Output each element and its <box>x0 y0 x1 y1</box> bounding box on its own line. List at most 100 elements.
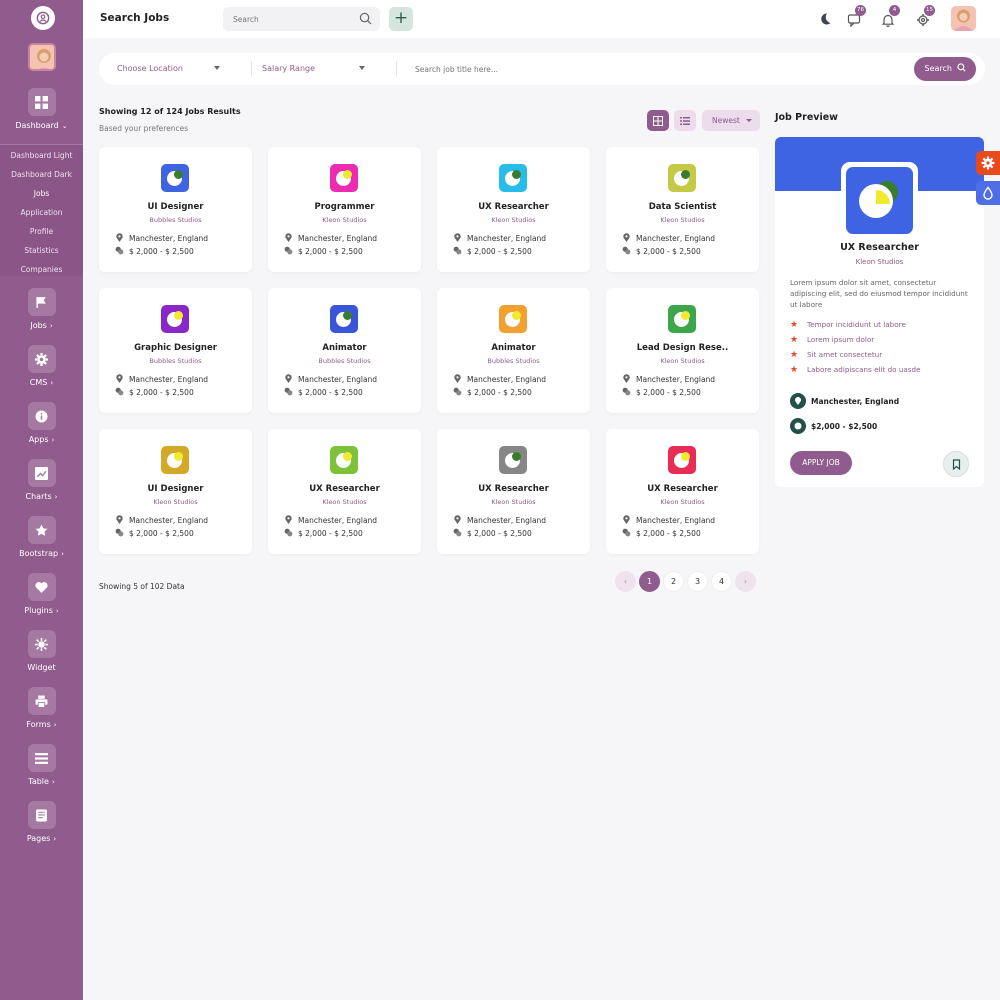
sidebar-item-forms[interactable]: Forms › <box>0 687 83 729</box>
location-pin-icon <box>115 374 129 384</box>
company-logo <box>499 164 527 192</box>
company-name: Kleon Studios <box>491 216 536 224</box>
location-select[interactable]: Choose Location <box>117 53 232 85</box>
list-view-button[interactable] <box>674 110 696 131</box>
job-title: Animator <box>322 343 367 353</box>
droplet-icon <box>983 186 993 200</box>
submenu-item-dashboard-dark[interactable]: Dashboard Dark <box>0 167 83 186</box>
sidebar-item-cms[interactable]: CMS › <box>0 345 83 387</box>
sidebar-item-table[interactable]: Table › <box>0 744 83 786</box>
company-logo <box>330 305 358 333</box>
list-item: ★ Lorem ipsum dolor <box>790 335 921 350</box>
submenu-item-statistics[interactable]: Statistics <box>0 243 83 262</box>
job-card[interactable]: Animator Bubbles Studios Manchester, Engla… <box>268 288 421 413</box>
job-location-text: Manchester, England <box>467 375 547 384</box>
job-card[interactable]: UI Designer Bubbles Studios Manchester, En… <box>99 147 252 272</box>
job-salary: $ 2,000 - $ 2,500 <box>453 528 532 538</box>
chevron-right-icon: › <box>51 778 55 786</box>
sidebar-item-pages[interactable]: Pages › <box>0 801 83 843</box>
theme-panel-tab[interactable] <box>976 181 1000 205</box>
job-card[interactable]: UI Designer Kleon Studios Manchester, Engl… <box>99 429 252 554</box>
job-card[interactable]: Programmer Kleon Studios Manchester, Engla… <box>268 147 421 272</box>
search-icon <box>956 63 966 72</box>
search-icon[interactable] <box>359 12 372 25</box>
job-title: UX Researcher <box>478 484 549 494</box>
job-salary: $ 2,000 - $ 2,500 <box>115 528 194 538</box>
sidebar-item-label: Dashboard <box>15 121 59 130</box>
job-preview-card: UX Researcher Kleon Studios Lorem ipsum … <box>775 137 984 487</box>
job-location: Manchester, England <box>622 374 715 384</box>
search-button[interactable]: Search <box>914 57 976 81</box>
page-button-4[interactable]: 4 <box>711 571 732 592</box>
job-card[interactable]: Lead Design Rese.. Kleon Studios Mancheste… <box>606 288 759 413</box>
sidebar-item-plugins[interactable]: Plugins › <box>0 573 83 615</box>
messages-button[interactable]: 76 <box>847 5 866 28</box>
sidebar-item-charts[interactable]: Charts › <box>0 459 83 501</box>
job-card[interactable]: Animator Bubbles Studios Manchester, Engla… <box>437 288 590 413</box>
job-salary-text: $ 2,000 - $ 2,500 <box>298 247 363 256</box>
job-salary-text: $ 2,000 - $ 2,500 <box>636 529 701 538</box>
job-card[interactable]: Data Scientist Kleon Studios Manchester, E… <box>606 147 759 272</box>
job-salary: $ 2,000 - $ 2,500 <box>284 387 363 397</box>
settings-button[interactable]: 15 <box>916 5 935 26</box>
job-card[interactable]: UX Researcher Kleon Studios Manchester, En… <box>606 429 759 554</box>
job-card[interactable]: UX Researcher Kleon Studios Manchester, En… <box>437 147 590 272</box>
apply-job-button[interactable]: APPLY JOB <box>790 451 852 475</box>
job-card[interactable]: UX Researcher Kleon Studios Manchester, En… <box>268 429 421 554</box>
page-button-1[interactable]: 1 <box>639 571 660 592</box>
company-name: Kleon Studios <box>153 498 198 506</box>
page-button-2[interactable]: 2 <box>663 571 684 592</box>
job-salary: $ 2,000 - $ 2,500 <box>622 528 701 538</box>
salary-select[interactable]: Salary Range <box>262 53 377 85</box>
job-card[interactable]: Graphic Designer Bubbles Studios Mancheste… <box>99 288 252 413</box>
job-title: Data Scientist <box>648 202 717 212</box>
job-card[interactable]: UX Researcher Kleon Studios Manchester, En… <box>437 429 590 554</box>
job-salary-text: $ 2,000 - $ 2,500 <box>298 388 363 397</box>
logo[interactable] <box>31 6 55 30</box>
company-logo <box>330 446 358 474</box>
coins-icon <box>115 246 129 256</box>
prev-page-button[interactable]: ‹ <box>615 571 636 592</box>
next-page-button[interactable]: › <box>735 571 756 592</box>
grid-view-button[interactable] <box>647 110 669 131</box>
job-location: Manchester, England <box>453 233 546 243</box>
submenu-item-companies[interactable]: Companies <box>0 262 83 281</box>
submenu-item-application[interactable]: Application <box>0 205 83 224</box>
page-button-3[interactable]: 3 <box>687 571 708 592</box>
submenu-item-profile[interactable]: Profile <box>0 224 83 243</box>
sort-dropdown[interactable]: Newest <box>702 110 760 131</box>
location-pin-icon <box>284 233 298 243</box>
chevron-right-icon: › <box>54 493 58 501</box>
salary-icon <box>790 418 806 434</box>
submenu-item-jobs[interactable]: Jobs <box>0 186 83 205</box>
preview-heading: Job Preview <box>775 112 838 123</box>
search-input[interactable] <box>223 7 343 32</box>
coins-icon <box>284 387 298 397</box>
chevron-right-icon: › <box>53 835 57 843</box>
sidebar-item-apps[interactable]: Apps › <box>0 402 83 444</box>
job-location: Manchester, England <box>115 515 208 525</box>
job-location-text: Manchester, England <box>636 375 716 384</box>
sidebar-item-jobs[interactable]: Jobs › <box>0 288 83 330</box>
add-button[interactable]: + <box>389 7 413 31</box>
company-logo <box>161 305 189 333</box>
job-location-text: Manchester, England <box>467 516 547 525</box>
moon-icon[interactable] <box>818 12 832 26</box>
sidebar-avatar[interactable] <box>28 43 56 71</box>
printer-icon <box>27 687 56 715</box>
list-item: ★ Tempor incididunt ut labore <box>790 320 921 335</box>
sidebar-item-label: Plugins <box>24 606 53 615</box>
notifications-button[interactable]: 4 <box>881 5 900 27</box>
sidebar-item-bootstrap[interactable]: Bootstrap › <box>0 516 83 558</box>
chevron-right-icon: › <box>51 436 55 444</box>
submenu-item-dashboard-light[interactable]: Dashboard Light <box>0 148 83 167</box>
bookmark-button[interactable] <box>943 451 969 477</box>
sidebar-item-dashboard[interactable]: Dashboard ⌄ <box>0 88 83 130</box>
job-title-search-input[interactable] <box>415 57 795 81</box>
avatar[interactable] <box>951 6 976 31</box>
sidebar-item-widget[interactable]: Widget <box>0 630 83 672</box>
list-item-text: Tempor incididunt ut labore <box>807 320 906 329</box>
settings-panel-tab[interactable] <box>976 151 1000 175</box>
table-icon <box>27 744 56 772</box>
caret-down-icon <box>359 66 365 70</box>
